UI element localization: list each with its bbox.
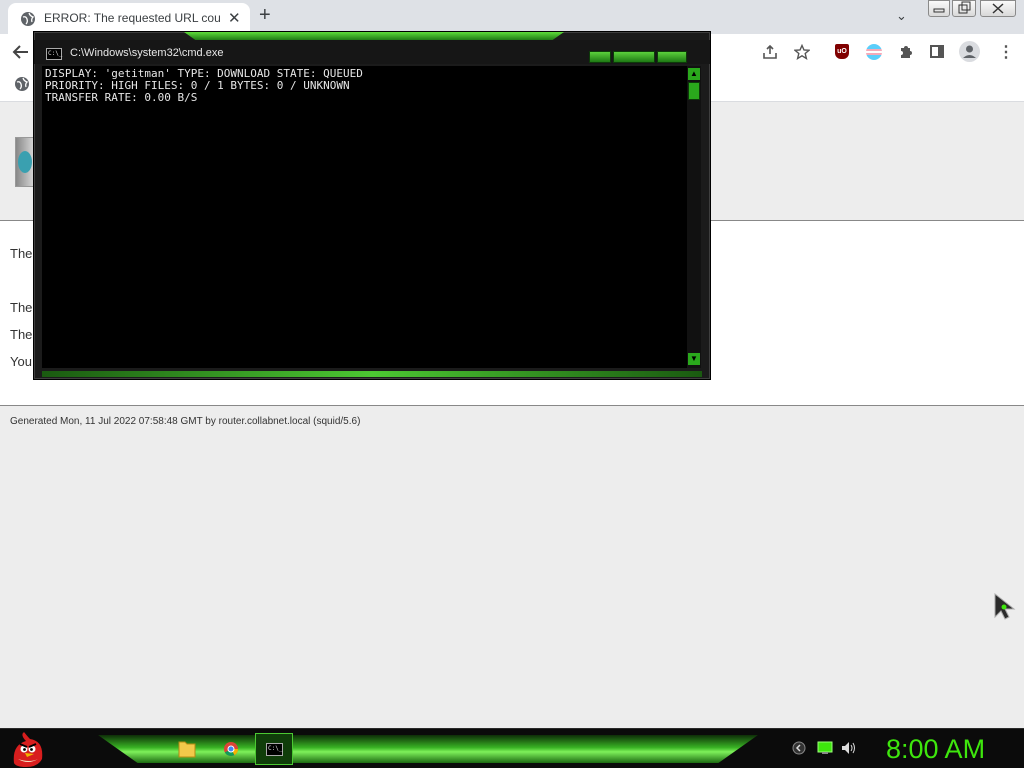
taskbar-chrome[interactable] bbox=[212, 733, 250, 765]
volume-speaker-icon[interactable] bbox=[841, 741, 857, 755]
error-text-line: You bbox=[10, 354, 32, 369]
tab-title: ERROR: The requested URL could bbox=[44, 11, 220, 25]
window-restore-button[interactable] bbox=[952, 0, 976, 17]
back-arrow-icon[interactable] bbox=[12, 44, 30, 60]
desktop: ERROR: The requested URL could ✕ + ⌄ uO … bbox=[0, 0, 1024, 768]
chrome-icon bbox=[224, 742, 238, 756]
taskbar-explorer[interactable] bbox=[168, 733, 206, 765]
squid-logo-eye-icon bbox=[18, 151, 32, 173]
bookmark-star-icon[interactable] bbox=[794, 44, 810, 60]
new-tab-button[interactable]: + bbox=[259, 4, 271, 27]
folder-icon bbox=[178, 741, 196, 758]
extensions-puzzle-icon[interactable] bbox=[898, 44, 914, 60]
window-minimize-button[interactable] bbox=[928, 0, 950, 17]
network-monitor-icon[interactable] bbox=[817, 741, 833, 755]
mouse-cursor-icon bbox=[994, 593, 1016, 620]
cmd-scrollbar[interactable]: ▲ ▼ bbox=[687, 66, 701, 368]
profile-avatar[interactable] bbox=[959, 41, 980, 62]
side-panel-icon[interactable] bbox=[930, 45, 944, 58]
console-line: TRANSFER RATE: 0.00 B/S bbox=[45, 91, 198, 104]
cmd-app-icon: C:\_ bbox=[46, 48, 62, 60]
tab-close-icon[interactable]: ✕ bbox=[228, 9, 241, 27]
console-output[interactable]: DISPLAY: 'getitman' TYPE: DOWNLOAD STATE… bbox=[42, 66, 687, 368]
globe-icon bbox=[21, 12, 35, 26]
ublock-origin-icon[interactable]: uO bbox=[835, 44, 849, 59]
error-text-line: The bbox=[10, 327, 33, 342]
footer-text: Generated Mon, 11 Jul 2022 07:58:48 GMT … bbox=[10, 416, 361, 427]
restore-icon bbox=[958, 1, 971, 14]
cmd-window-controls bbox=[589, 48, 689, 66]
bookmark-globe-icon[interactable] bbox=[14, 76, 30, 92]
cmd-title-glow bbox=[184, 32, 564, 40]
browser-tabstrip: ERROR: The requested URL could ✕ + ⌄ bbox=[0, 0, 1024, 34]
cmd-window-title: C:\Windows\system32\cmd.exe bbox=[70, 47, 224, 59]
taskbar-clock[interactable]: 8:00 AM bbox=[886, 734, 985, 765]
cmd-minimize-button[interactable] bbox=[589, 51, 611, 63]
pride-flag-extension-icon[interactable] bbox=[866, 44, 882, 60]
person-icon bbox=[963, 45, 976, 58]
browser-tab[interactable]: ERROR: The requested URL could ✕ bbox=[8, 3, 250, 34]
taskbar-cmd[interactable]: C:\_ bbox=[255, 733, 293, 765]
window-close-button[interactable] bbox=[980, 0, 1016, 17]
taskbar: C:\_ 8:00 AM bbox=[0, 728, 1024, 768]
error-text-line: The bbox=[10, 246, 33, 261]
tray-expand-icon[interactable] bbox=[792, 741, 806, 755]
cmd-maximize-button[interactable] bbox=[613, 51, 655, 63]
tab-search-icon[interactable]: ⌄ bbox=[896, 8, 907, 24]
browser-menu-icon[interactable]: ⋮ bbox=[998, 42, 1014, 62]
cmd-close-button[interactable] bbox=[657, 51, 687, 63]
scroll-up-icon[interactable]: ▲ bbox=[688, 68, 700, 80]
share-icon[interactable] bbox=[762, 44, 778, 60]
scroll-thumb[interactable] bbox=[688, 82, 700, 100]
start-button-angry-bird-icon[interactable] bbox=[8, 729, 48, 768]
cmd-titlebar[interactable]: C:\_ C:\Windows\system32\cmd.exe bbox=[34, 40, 710, 64]
cmd-window[interactable]: C:\_ C:\Windows\system32\cmd.exe DISPLAY… bbox=[33, 31, 711, 380]
error-text-line: The bbox=[10, 300, 33, 315]
scroll-down-icon[interactable]: ▼ bbox=[688, 353, 700, 365]
close-icon bbox=[992, 3, 1004, 14]
footer-divider bbox=[0, 405, 1024, 406]
cmd-taskbar-icon: C:\_ bbox=[266, 743, 283, 756]
cmd-bottom-glow bbox=[42, 371, 702, 377]
minimize-icon bbox=[933, 8, 945, 13]
